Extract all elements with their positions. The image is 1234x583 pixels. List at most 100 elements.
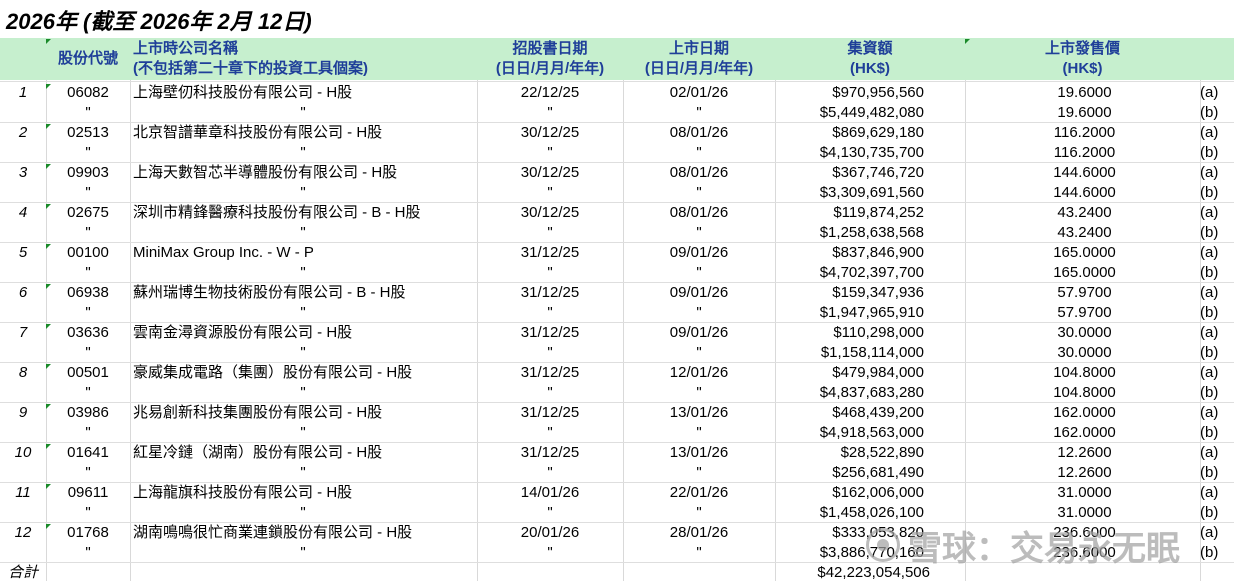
ditto-code[interactable]: " bbox=[46, 143, 130, 163]
funds-raised-b[interactable]: $4,918,563,000 bbox=[775, 423, 924, 443]
listing-date[interactable]: 02/01/26 bbox=[623, 83, 775, 103]
tranche-tag-a[interactable]: (a) bbox=[1200, 203, 1234, 223]
offer-price-b[interactable]: 43.2400 bbox=[965, 223, 1202, 243]
ditto-name[interactable]: " bbox=[133, 543, 473, 563]
ditto-name[interactable]: " bbox=[133, 263, 473, 283]
listing-date[interactable]: 08/01/26 bbox=[623, 123, 775, 143]
ditto-listing[interactable]: " bbox=[623, 383, 775, 403]
ditto-name[interactable]: " bbox=[133, 383, 473, 403]
tranche-tag-b[interactable]: (b) bbox=[1200, 423, 1234, 443]
offer-price-b[interactable]: 116.2000 bbox=[965, 143, 1202, 163]
ditto-name[interactable]: " bbox=[133, 183, 473, 203]
tranche-tag-b[interactable]: (b) bbox=[1200, 143, 1234, 163]
offer-price-b[interactable]: 57.9700 bbox=[965, 303, 1202, 323]
ditto-listing[interactable]: " bbox=[623, 463, 775, 483]
company-name[interactable]: 紅星冷鏈（湖南）股份有限公司 - H股 bbox=[133, 443, 473, 463]
ditto-name[interactable]: " bbox=[133, 223, 473, 243]
offer-price-a[interactable]: 43.2400 bbox=[965, 203, 1202, 223]
company-name[interactable]: 豪威集成電路（集團）股份有限公司 - H股 bbox=[133, 363, 473, 383]
funds-raised-a[interactable]: $159,347,936 bbox=[775, 283, 924, 303]
ditto-code[interactable]: " bbox=[46, 343, 130, 363]
offer-price-b[interactable]: 144.6000 bbox=[965, 183, 1202, 203]
row-number[interactable]: 6 bbox=[0, 283, 46, 303]
tranche-tag-b[interactable]: (b) bbox=[1200, 263, 1234, 283]
tranche-tag-a[interactable]: (a) bbox=[1200, 363, 1234, 383]
funds-raised-b[interactable]: $1,258,638,568 bbox=[775, 223, 924, 243]
offer-price-a[interactable]: 57.9700 bbox=[965, 283, 1202, 303]
offer-price-a[interactable]: 144.6000 bbox=[965, 163, 1202, 183]
ditto-listing[interactable]: " bbox=[623, 103, 775, 123]
offer-price-b[interactable]: 12.2600 bbox=[965, 463, 1202, 483]
stock-code[interactable]: 03636 bbox=[46, 323, 130, 343]
ditto-prospectus[interactable]: " bbox=[477, 503, 623, 523]
ditto-name[interactable]: " bbox=[133, 103, 473, 123]
tranche-tag-a[interactable]: (a) bbox=[1200, 83, 1234, 103]
funds-raised-a[interactable]: $837,846,900 bbox=[775, 243, 924, 263]
row-number[interactable]: 7 bbox=[0, 323, 46, 343]
tranche-tag-a[interactable]: (a) bbox=[1200, 283, 1234, 303]
offer-price-a[interactable]: 31.0000 bbox=[965, 483, 1202, 503]
prospectus-date[interactable]: 31/12/25 bbox=[477, 403, 623, 423]
offer-price-a[interactable]: 104.8000 bbox=[965, 363, 1202, 383]
row-number[interactable]: 2 bbox=[0, 123, 46, 143]
tranche-tag-b[interactable]: (b) bbox=[1200, 383, 1234, 403]
ditto-listing[interactable]: " bbox=[623, 183, 775, 203]
funds-raised-b[interactable]: $4,130,735,700 bbox=[775, 143, 924, 163]
listing-date[interactable]: 08/01/26 bbox=[623, 163, 775, 183]
funds-raised-b[interactable]: $3,309,691,560 bbox=[775, 183, 924, 203]
prospectus-date[interactable]: 31/12/25 bbox=[477, 243, 623, 263]
ditto-code[interactable]: " bbox=[46, 103, 130, 123]
ditto-listing[interactable]: " bbox=[623, 143, 775, 163]
offer-price-a[interactable]: 19.6000 bbox=[965, 83, 1202, 103]
ditto-code[interactable]: " bbox=[46, 383, 130, 403]
row-number[interactable]: 11 bbox=[0, 483, 46, 503]
stock-code[interactable]: 00100 bbox=[46, 243, 130, 263]
ditto-code[interactable]: " bbox=[46, 423, 130, 443]
company-name[interactable]: 上海壁仞科技股份有限公司 - H股 bbox=[133, 83, 473, 103]
ditto-name[interactable]: " bbox=[133, 303, 473, 323]
row-number[interactable]: 1 bbox=[0, 83, 46, 103]
ditto-prospectus[interactable]: " bbox=[477, 143, 623, 163]
offer-price-a[interactable]: 165.0000 bbox=[965, 243, 1202, 263]
company-name[interactable]: 雲南金潯資源股份有限公司 - H股 bbox=[133, 323, 473, 343]
offer-price-b[interactable]: 30.0000 bbox=[965, 343, 1202, 363]
funds-raised-b[interactable]: $256,681,490 bbox=[775, 463, 924, 483]
funds-raised-a[interactable]: $869,629,180 bbox=[775, 123, 924, 143]
prospectus-date[interactable]: 20/01/26 bbox=[477, 523, 623, 543]
prospectus-date[interactable]: 30/12/25 bbox=[477, 123, 623, 143]
header-name[interactable]: 上市時公司名稱 (不包括第二十章下的投資工具個案) bbox=[133, 38, 473, 80]
funds-raised-a[interactable]: $162,006,000 bbox=[775, 483, 924, 503]
stock-code[interactable]: 03986 bbox=[46, 403, 130, 423]
row-number[interactable]: 8 bbox=[0, 363, 46, 383]
prospectus-date[interactable]: 31/12/25 bbox=[477, 283, 623, 303]
tranche-tag-b[interactable]: (b) bbox=[1200, 303, 1234, 323]
ditto-prospectus[interactable]: " bbox=[477, 423, 623, 443]
ditto-prospectus[interactable]: " bbox=[477, 263, 623, 283]
ditto-listing[interactable]: " bbox=[623, 263, 775, 283]
company-name[interactable]: 兆易創新科技集團股份有限公司 - H股 bbox=[133, 403, 473, 423]
tranche-tag-b[interactable]: (b) bbox=[1200, 223, 1234, 243]
ditto-code[interactable]: " bbox=[46, 223, 130, 243]
prospectus-date[interactable]: 31/12/25 bbox=[477, 443, 623, 463]
offer-price-a[interactable]: 12.2600 bbox=[965, 443, 1202, 463]
tranche-tag-b[interactable]: (b) bbox=[1200, 343, 1234, 363]
funds-raised-a[interactable]: $970,956,560 bbox=[775, 83, 924, 103]
prospectus-date[interactable]: 14/01/26 bbox=[477, 483, 623, 503]
ditto-prospectus[interactable]: " bbox=[477, 303, 623, 323]
company-name[interactable]: 上海天數智芯半導體股份有限公司 - H股 bbox=[133, 163, 473, 183]
stock-code[interactable]: 06082 bbox=[46, 83, 130, 103]
funds-raised-b[interactable]: $1,947,965,910 bbox=[775, 303, 924, 323]
funds-raised-a[interactable]: $119,874,252 bbox=[775, 203, 924, 223]
ditto-prospectus[interactable]: " bbox=[477, 343, 623, 363]
tranche-tag-a[interactable]: (a) bbox=[1200, 243, 1234, 263]
tranche-tag-a[interactable]: (a) bbox=[1200, 403, 1234, 423]
offer-price-b[interactable]: 162.0000 bbox=[965, 423, 1202, 443]
tranche-tag-a[interactable]: (a) bbox=[1200, 323, 1234, 343]
funds-raised-b[interactable]: $1,158,114,000 bbox=[775, 343, 924, 363]
ditto-prospectus[interactable]: " bbox=[477, 543, 623, 563]
header-code[interactable]: 股份代號 bbox=[46, 38, 130, 80]
company-name[interactable]: 上海龍旗科技股份有限公司 - H股 bbox=[133, 483, 473, 503]
funds-raised-a[interactable]: $468,439,200 bbox=[775, 403, 924, 423]
funds-raised-b[interactable]: $5,449,482,080 bbox=[775, 103, 924, 123]
offer-price-a[interactable]: 162.0000 bbox=[965, 403, 1202, 423]
